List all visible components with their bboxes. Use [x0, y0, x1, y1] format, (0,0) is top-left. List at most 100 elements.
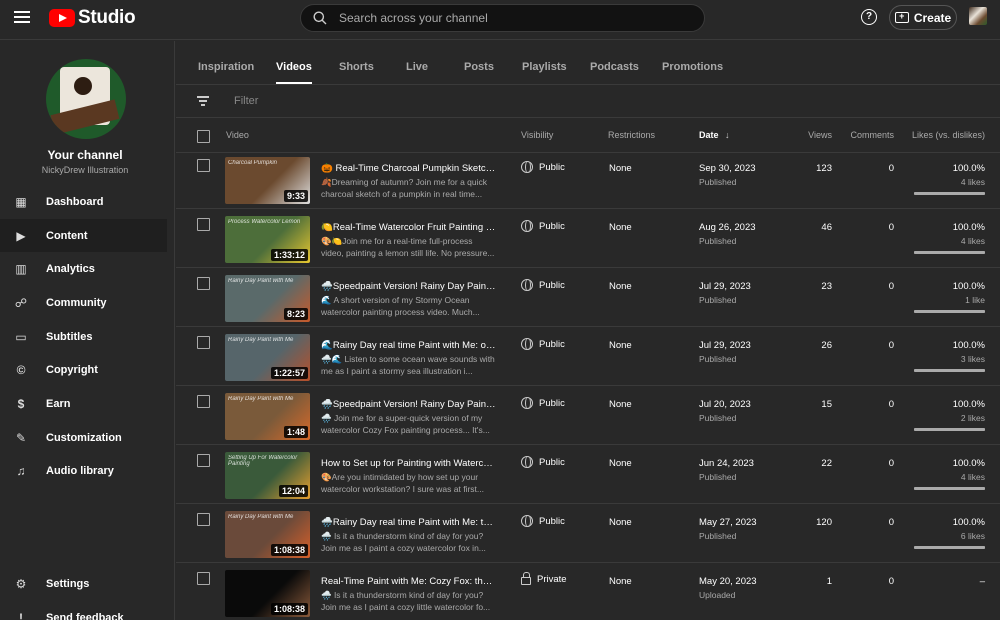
- visibility-dropdown[interactable]: Public: [521, 397, 565, 409]
- visibility-label: Public: [539, 397, 565, 409]
- video-title[interactable]: 🌧️Speedpaint Version! Rainy Day Paint wi…: [321, 399, 496, 410]
- table-row[interactable]: Rainy Day Paint with Me 1:22:57 🌊Rainy Day…: [176, 327, 1000, 386]
- sidebar-item-content[interactable]: ▶ Content: [0, 219, 167, 252]
- visibility-dropdown[interactable]: Public: [521, 338, 565, 350]
- header-date[interactable]: Date ↓: [699, 130, 730, 140]
- sidebar-item-audio-library[interactable]: ♫ Audio library: [0, 454, 167, 487]
- video-title[interactable]: Real-Time Paint with Me: Cozy Fox: thund…: [321, 576, 496, 587]
- sidebar-item-earn[interactable]: $ Earn: [0, 387, 167, 420]
- video-title[interactable]: 🌧️Rainy Day real time Paint with Me: thu…: [321, 517, 496, 528]
- channel-name: NickyDrew Illustration: [41, 165, 129, 175]
- visibility-dropdown[interactable]: Public: [521, 161, 565, 173]
- visibility-dropdown[interactable]: Public: [521, 279, 565, 291]
- restrictions-value: None: [609, 517, 632, 528]
- table-row[interactable]: Process Watercolor Lemon 1:33:12 🍋Real-Tim…: [176, 209, 1000, 268]
- video-status: Published: [699, 531, 737, 541]
- select-all-checkbox[interactable]: [197, 130, 210, 143]
- menu-icon[interactable]: [14, 11, 30, 23]
- table-row[interactable]: Rainy Day Paint with Me 1:48 🌧️Speedpaint …: [176, 386, 1000, 445]
- filter-input[interactable]: [234, 95, 434, 107]
- video-thumbnail[interactable]: 1:08:38: [225, 570, 310, 617]
- header-views[interactable]: Views: [772, 130, 832, 140]
- tab-shorts[interactable]: Shorts: [339, 61, 374, 73]
- studio-logo[interactable]: Studio: [49, 7, 136, 29]
- thumbnail-text: Setting Up For Watercolor Painting: [228, 455, 298, 467]
- video-date: May 27, 2023: [699, 517, 757, 528]
- video-date: Jun 24, 2023: [699, 458, 754, 469]
- row-checkbox[interactable]: [197, 395, 210, 408]
- tab-posts[interactable]: Posts: [464, 61, 494, 73]
- video-title[interactable]: How to Set up for Painting with Watercol…: [321, 458, 496, 469]
- sidebar-item-copyright[interactable]: © Copyright: [0, 353, 167, 386]
- search-box[interactable]: [300, 4, 705, 32]
- visibility-dropdown[interactable]: Public: [521, 515, 565, 527]
- likes-count: 3 likes: [960, 354, 985, 364]
- table-row[interactable]: Rainy Day Paint with Me 8:23 🌧️Speedpaint …: [176, 268, 1000, 327]
- visibility-label: Public: [539, 279, 565, 291]
- video-title[interactable]: 🍋Real-Time Watercolor Fruit Painting Wit…: [321, 222, 496, 233]
- table-row[interactable]: Charcoal Pumpkin 9:33 🎃 Real-Time Charcoal…: [176, 154, 1000, 209]
- likes-count: 4 likes: [960, 177, 985, 187]
- account-avatar[interactable]: [969, 7, 987, 25]
- sidebar-item-community[interactable]: ☍ Community: [0, 286, 167, 319]
- sidebar-item-settings[interactable]: ⚙ Settings: [0, 567, 167, 600]
- video-title[interactable]: 🌊Rainy Day real time Paint with Me: ocea…: [321, 340, 496, 351]
- tab-videos[interactable]: Videos: [276, 61, 312, 84]
- tab-podcasts[interactable]: Podcasts: [590, 61, 639, 73]
- sidebar-item-subtitles[interactable]: ▭ Subtitles: [0, 320, 167, 353]
- header-comments[interactable]: Comments: [844, 130, 894, 140]
- filter-icon[interactable]: [197, 96, 209, 106]
- video-thumbnail[interactable]: Rainy Day Paint with Me 1:22:57: [225, 334, 310, 381]
- restrictions-value: None: [609, 399, 632, 410]
- earn-icon: $: [17, 396, 25, 411]
- sidebar-item-dashboard[interactable]: ▦ Dashboard: [0, 185, 167, 218]
- visibility-dropdown[interactable]: Public: [521, 456, 565, 468]
- table-row[interactable]: Rainy Day Paint with Me 1:08:38 🌧️Rainy Da…: [176, 504, 1000, 563]
- table-row[interactable]: 1:08:38 Real-Time Paint with Me: Cozy Fox…: [176, 563, 1000, 620]
- help-icon[interactable]: ?: [861, 9, 877, 25]
- sidebar-item-send-feedback[interactable]: ! Send feedback: [0, 601, 167, 620]
- video-thumbnail[interactable]: Charcoal Pumpkin 9:33: [225, 157, 310, 204]
- sidebar-item-customization[interactable]: ✎ Customization: [0, 421, 167, 454]
- row-checkbox[interactable]: [197, 336, 210, 349]
- globe-icon: [521, 456, 533, 468]
- visibility-dropdown[interactable]: Public: [521, 220, 565, 232]
- row-checkbox[interactable]: [197, 454, 210, 467]
- video-title[interactable]: 🌧️Speedpaint Version! Rainy Day Paint wi…: [321, 281, 496, 292]
- sidebar: Your channel NickyDrew Illustration ▦ Das…: [0, 41, 175, 620]
- video-thumbnail[interactable]: Setting Up For Watercolor Painting 12:04: [225, 452, 310, 499]
- table-row[interactable]: Setting Up For Watercolor Painting 12:04 H…: [176, 445, 1000, 504]
- video-thumbnail[interactable]: Rainy Day Paint with Me 1:48: [225, 393, 310, 440]
- sidebar-item-analytics[interactable]: ▥ Analytics: [0, 252, 167, 285]
- row-checkbox[interactable]: [197, 277, 210, 290]
- header-restrictions[interactable]: Restrictions: [608, 130, 655, 140]
- row-checkbox[interactable]: [197, 513, 210, 526]
- comments-count: 0: [888, 222, 894, 233]
- globe-icon: [521, 279, 533, 291]
- video-thumbnail[interactable]: Rainy Day Paint with Me 8:23: [225, 275, 310, 322]
- video-title[interactable]: 🎃 Real-Time Charcoal Pumpkin Sketch: Aut…: [321, 163, 496, 174]
- tab-promotions[interactable]: Promotions: [662, 61, 723, 73]
- video-status: Uploaded: [699, 590, 736, 600]
- lock-icon: [521, 572, 531, 585]
- sidebar-item-label: Earn: [46, 397, 71, 410]
- create-button[interactable]: + Create: [889, 5, 957, 30]
- video-thumbnail[interactable]: Process Watercolor Lemon 1:33:12: [225, 216, 310, 263]
- views-count: 26: [821, 340, 832, 351]
- video-duration: 1:08:38: [270, 603, 308, 615]
- video-description: 🌧️🌊 Listen to some ocean wave sounds wit…: [321, 354, 495, 376]
- header-likes[interactable]: Likes (vs. dislikes): [906, 130, 985, 140]
- channel-avatar[interactable]: [46, 59, 126, 139]
- video-thumbnail[interactable]: Rainy Day Paint with Me 1:08:38: [225, 511, 310, 558]
- tab-playlists[interactable]: Playlists: [522, 61, 567, 73]
- row-checkbox[interactable]: [197, 218, 210, 231]
- tab-inspiration[interactable]: Inspiration: [198, 61, 254, 73]
- row-checkbox[interactable]: [197, 159, 210, 172]
- video-status: Published: [699, 177, 737, 187]
- row-checkbox[interactable]: [197, 572, 210, 585]
- visibility-dropdown[interactable]: Private: [521, 572, 567, 585]
- search-input[interactable]: [339, 10, 689, 26]
- globe-icon: [521, 338, 533, 350]
- tab-live[interactable]: Live: [406, 61, 428, 73]
- header-visibility[interactable]: Visibility: [521, 130, 553, 140]
